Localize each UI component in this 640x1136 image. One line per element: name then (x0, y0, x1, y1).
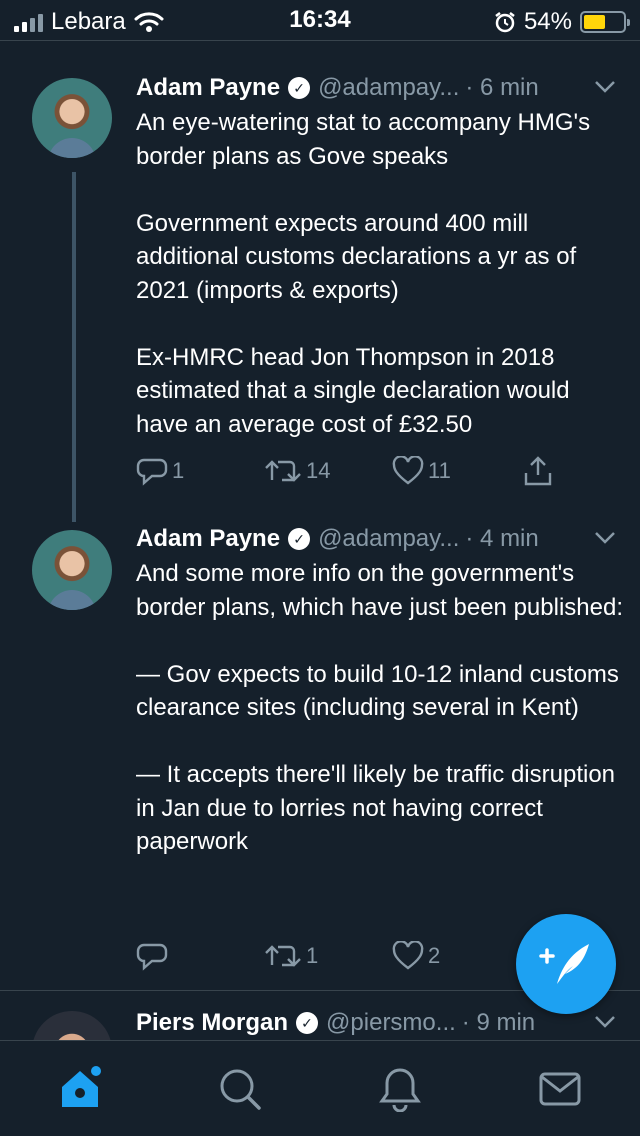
author-name[interactable]: Adam Payne (136, 74, 280, 102)
author-name[interactable]: Adam Payne (136, 525, 280, 553)
tab-notifications[interactable] (376, 1065, 424, 1113)
avatar[interactable] (32, 1011, 112, 1040)
like-count: 11 (428, 458, 451, 483)
retweet-icon (265, 460, 301, 482)
status-right: 54% (494, 8, 630, 36)
retweet-count: 14 (306, 458, 331, 483)
verified-badge-icon: ✓ (296, 1012, 319, 1034)
bell-icon (379, 1068, 421, 1112)
like-count: 2 (428, 943, 441, 968)
compose-feather-icon (539, 944, 589, 984)
tweet-time: · 9 min (461, 1009, 536, 1036)
tab-messages[interactable] (536, 1065, 584, 1113)
compose-tweet-button[interactable] (516, 914, 616, 1014)
tweet-text: And some more info on the government's b… (136, 560, 623, 855)
retweet-button[interactable]: 1 (264, 941, 392, 971)
envelope-icon (539, 1072, 581, 1106)
reply-icon (136, 943, 168, 971)
like-button[interactable]: 11 (392, 456, 522, 486)
like-button[interactable]: 2 (392, 941, 522, 971)
tweet-actions: 1 2 (136, 936, 566, 976)
author-handle[interactable]: @adampay... (318, 525, 459, 553)
heart-icon (392, 941, 424, 970)
reply-button[interactable] (136, 941, 264, 971)
home-icon (62, 1066, 101, 1107)
retweet-button[interactable]: 14 (264, 456, 392, 486)
divider (0, 40, 640, 41)
tweet-time: · 6 min (465, 74, 539, 101)
verified-badge-icon: ✓ (288, 77, 311, 99)
battery-icon (580, 11, 630, 33)
tab-bar (0, 1040, 640, 1136)
battery-level (584, 15, 605, 29)
reply-count: 1 (172, 458, 185, 483)
tweet-text: An eye-watering stat to accompany HMG's … (136, 109, 591, 438)
heart-icon (392, 456, 424, 485)
avatar[interactable] (32, 78, 112, 158)
retweet-count: 1 (306, 943, 319, 968)
retweet-icon (265, 945, 301, 967)
search-icon (220, 1069, 261, 1110)
chevron-down-icon[interactable] (594, 77, 616, 100)
author-name[interactable]: Piers Morgan (136, 1009, 288, 1037)
tweet-time: · 4 min (465, 525, 539, 552)
reply-icon (136, 458, 168, 486)
tweet-actions: 1 14 11 (136, 451, 566, 491)
tab-home[interactable] (56, 1065, 104, 1113)
status-bar: Lebara 16:34 54% (0, 0, 640, 40)
reply-button[interactable]: 1 (136, 456, 264, 486)
alarm-icon (495, 12, 515, 33)
tab-search[interactable] (216, 1065, 264, 1113)
tweet-header: Adam Payne ✓ @adampay... · 4 min (136, 522, 616, 556)
author-handle[interactable]: @adampay... (318, 74, 459, 102)
tweet-header: Adam Payne ✓ @adampay... · 6 min (136, 71, 616, 105)
tweet-header: Piers Morgan ✓ @piersmo... · 9 min (136, 1006, 616, 1040)
chevron-down-icon[interactable] (594, 1012, 616, 1035)
thread-line (72, 172, 76, 522)
battery-percent: 54% (523, 8, 572, 35)
verified-badge-icon: ✓ (288, 528, 311, 550)
avatar[interactable] (32, 530, 112, 610)
author-handle[interactable]: @piersmo... (326, 1009, 456, 1037)
chevron-down-icon[interactable] (594, 528, 616, 551)
share-icon (524, 456, 552, 486)
share-button[interactable] (522, 455, 554, 487)
